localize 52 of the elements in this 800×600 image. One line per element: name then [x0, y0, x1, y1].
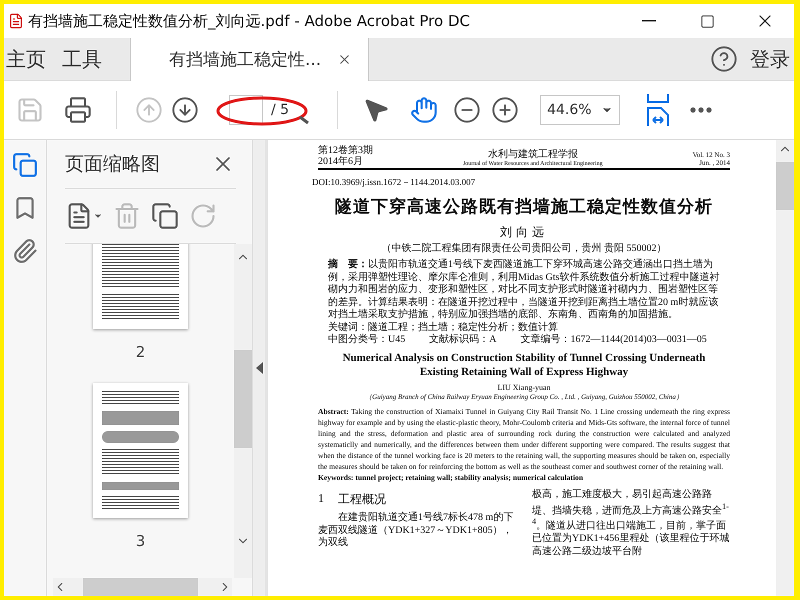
page-thumbnail[interactable]	[93, 383, 188, 518]
help-icon	[710, 45, 738, 73]
window-title: 有挡墙施工稳定性数值分析_刘向远.pdf - Adobe Acrobat Pro DC	[28, 12, 471, 30]
nav-tab[interactable]: 主页	[4, 38, 60, 80]
trash-icon	[113, 202, 141, 230]
author-name: 刘向远	[499, 224, 549, 241]
journal-name: 水利与建筑工程学报	[488, 150, 578, 160]
page-number-label: 2	[136, 343, 146, 361]
collapse-arrow-icon	[256, 362, 262, 374]
hand-icon	[410, 96, 438, 124]
page-count: / 5	[271, 102, 290, 118]
fit-width-icon	[645, 93, 672, 127]
journal-issue-text: 第12卷第3期	[318, 146, 373, 156]
classification-text: 中图分类号：U45	[328, 334, 406, 346]
english-author-name: LIU Xiang-yuan	[496, 383, 552, 392]
paper-title: 隧道下穿高速公路既有挡墙施工稳定性数值分析	[334, 196, 714, 218]
author-affiliation: （中铁二院工程集团有限责任公司贵阳公司，贵州 贵阳 550002）	[380, 242, 668, 255]
pdf-file-icon	[8, 13, 24, 29]
collapse-panel-handle[interactable]	[253, 140, 265, 596]
zoom-out-icon	[453, 96, 482, 124]
body-paragraph: 极高，施工难度极大，易引起高速公路路堤、挡墙失稳，进而危及上方高速公路安全$^{1-}$$^{4}$。隧道从进口往出口端施工，目前，掌子面已位置为YDK1+456里程处（该里程位于环城高速公路二级边坡平台附	[532, 489, 730, 558]
arrow-up-circle-icon	[135, 96, 163, 124]
abstract-paragraph: 摘 要：以贵阳市轨道交通1号线下麦西隧道施工下穿环城高速公路交通涵出口挡土墙为例，采用弹塑性理论、摩尔库仑准则，利用Midas Gts软件系统数值分析施工过程中隧道衬砌内力和围岩的应力、变形和塑性区，对比不同支护形式时隧道衬砌内力、围岩塑性区等的差异。计算结果表明：在隧道开挖过程中，当隧道开挖到距离挡土墙位置20 m时就应该对挡土墙采取支护措施，特别应加强挡墙的底部、东南角、西南角的加固措施。	[328, 259, 720, 322]
journal-issue-text: 2014年6月	[318, 156, 363, 167]
minimize-icon	[642, 20, 656, 22]
zoom-in-icon	[491, 96, 520, 124]
zoom-dropdown[interactable]: 44.6%	[540, 95, 620, 125]
doi-text: DOI:10.3969/j.issn.1672－1144.2014.03.007	[312, 176, 476, 189]
body-paragraph: 在建贵阳轨道交通1号线7标长478 m的下麦西双线隧道（YDK1+327～YDK1+805），为双线	[318, 512, 514, 550]
classification-text: 文献标识码：A	[429, 334, 496, 346]
arrow-down-circle-icon	[171, 96, 199, 124]
english-title: Numerical Analysis on Construction Stability of Tunnel Crossing Underneath Existing Retaining Wall of Express Highway	[342, 350, 706, 380]
section-heading: 工程概况	[338, 491, 386, 508]
printer-icon	[64, 96, 92, 124]
pages-icon	[12, 152, 38, 178]
keywords-text: 关键词：隧道工程；挡土墙；稳定性分析；数值计算	[328, 322, 559, 334]
rotate-icon	[189, 202, 217, 230]
login-link[interactable]: 登录	[738, 38, 794, 80]
maximize-icon	[700, 14, 714, 28]
more-icon	[690, 107, 712, 113]
section-number: 1	[318, 491, 324, 508]
scrollbar[interactable]	[234, 244, 252, 578]
paperclip-icon	[12, 238, 38, 264]
classification-text: 文章编号：1672—1144(2014)03—0031—05	[520, 334, 707, 346]
horizontal-scrollbar[interactable]	[53, 578, 232, 596]
scroll-thumb	[776, 162, 794, 210]
nav-tab[interactable]: 工具	[60, 38, 116, 80]
save-icon	[16, 96, 44, 124]
page-number-label: 3	[136, 532, 146, 550]
document-tab[interactable]: 有挡墙施工稳定性...	[130, 38, 370, 81]
panel-title: 页面缩略图	[65, 152, 160, 177]
scrollbar[interactable]	[776, 140, 794, 596]
